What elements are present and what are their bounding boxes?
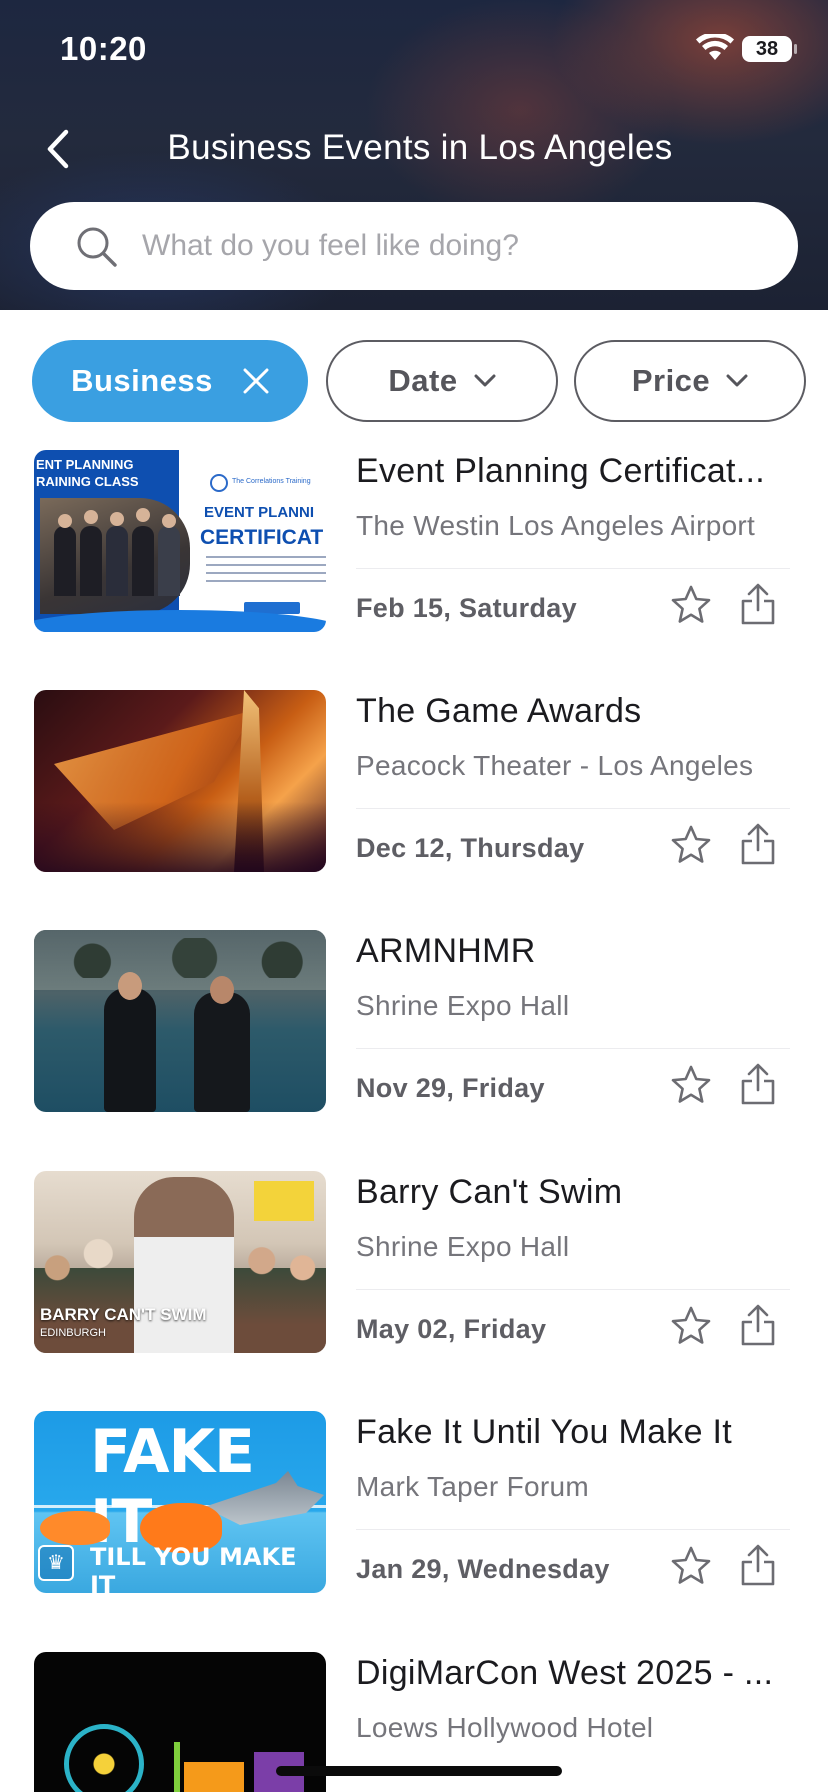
home-indicator <box>276 1766 562 1776</box>
event-title: Barry Can't Swim <box>356 1173 623 1211</box>
event-title: Event Planning Certificat... <box>356 452 766 490</box>
page-title: Business Events in Los Angeles <box>167 128 673 167</box>
wifi-icon <box>696 34 734 60</box>
status-time: 10:20 <box>60 30 147 67</box>
event-card[interactable]: The Game Awards Peacock Theater - Los An… <box>0 690 828 930</box>
event-venue: Shrine Expo Hall <box>356 1231 570 1262</box>
status-bar: 10:20 38 <box>0 0 828 100</box>
back-button[interactable] <box>38 124 82 174</box>
share-icon[interactable] <box>738 582 778 626</box>
share-icon[interactable] <box>738 1062 778 1106</box>
search-bar[interactable] <box>30 202 798 290</box>
chevron-down-icon <box>474 374 496 387</box>
close-icon[interactable] <box>243 368 269 394</box>
event-thumbnail: ENT PLANNING RAINING CLASS The Correlati… <box>34 450 326 632</box>
filter-chip-date[interactable]: Date <box>326 340 558 422</box>
event-date: Feb 15, Saturday <box>356 593 577 623</box>
event-venue: Shrine Expo Hall <box>356 990 570 1021</box>
filter-chip-label: Business <box>71 363 213 398</box>
crown-icon: ♛ <box>38 1545 74 1581</box>
event-date: Nov 29, Friday <box>356 1073 545 1103</box>
event-date: May 02, Friday <box>356 1314 547 1344</box>
filter-chip-label: Date <box>388 363 458 398</box>
event-venue: Loews Hollywood Hotel <box>356 1712 654 1743</box>
event-title: ARMNHMR <box>356 932 536 970</box>
event-title: Fake It Until You Make It <box>356 1413 733 1451</box>
divider <box>356 1529 790 1530</box>
favorite-star-icon[interactable] <box>670 824 712 866</box>
event-card[interactable]: BARRY CAN'T SWIM EDINBURGH Barry Can't S… <box>0 1171 828 1411</box>
divider <box>356 1289 790 1290</box>
search-icon <box>77 227 117 267</box>
battery-icon: 38 <box>742 36 797 62</box>
event-date: Dec 12, Thursday <box>356 833 585 863</box>
event-title: The Game Awards <box>356 692 642 730</box>
event-card[interactable]: ARMNHMR Shrine Expo Hall Nov 29, Friday <box>0 930 828 1170</box>
event-thumbnail <box>34 930 326 1112</box>
filter-chip-price[interactable]: Price <box>574 340 806 422</box>
filter-chip-label: Price <box>631 363 711 398</box>
share-icon[interactable] <box>738 822 778 866</box>
event-thumbnail <box>34 690 326 872</box>
favorite-star-icon[interactable] <box>670 1305 712 1347</box>
header-banner: 10:20 38 Business Events in Los Angeles <box>0 0 828 310</box>
favorite-star-icon[interactable] <box>670 1545 712 1587</box>
chevron-down-icon <box>726 374 748 387</box>
event-date: Jan 29, Wednesday <box>356 1554 610 1584</box>
divider <box>356 808 790 809</box>
event-thumbnail: BARRY CAN'T SWIM EDINBURGH <box>34 1171 326 1353</box>
favorite-star-icon[interactable] <box>670 1064 712 1106</box>
event-title: DigiMarCon West 2025 - ... <box>356 1654 774 1692</box>
event-card[interactable]: FAKE IT TILL YOU MAKE IT ♛ Fake It Until… <box>0 1411 828 1651</box>
event-venue: Peacock Theater - Los Angeles <box>356 750 754 781</box>
event-card[interactable]: ENT PLANNING RAINING CLASS The Correlati… <box>0 450 828 690</box>
share-icon[interactable] <box>738 1303 778 1347</box>
event-thumbnail: FAKE IT TILL YOU MAKE IT ♛ <box>34 1411 326 1593</box>
divider <box>356 1048 790 1049</box>
thumbnail-tag: ENT PLANNING RAINING CLASS <box>36 457 139 489</box>
filter-chip-business[interactable]: Business <box>32 340 308 422</box>
event-venue: The Westin Los Angeles Airport <box>356 510 756 541</box>
divider <box>356 568 790 569</box>
event-venue: Mark Taper Forum <box>356 1471 590 1502</box>
share-icon[interactable] <box>738 1543 778 1587</box>
search-input[interactable] <box>142 202 762 290</box>
favorite-star-icon[interactable] <box>670 584 712 626</box>
